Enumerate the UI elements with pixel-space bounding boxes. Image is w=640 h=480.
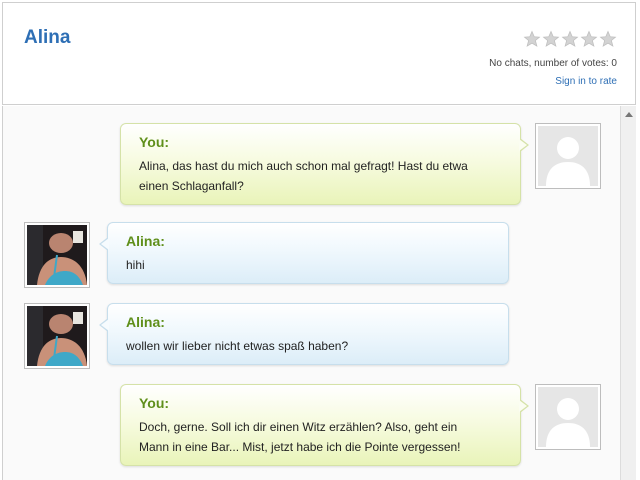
star-icon[interactable] [561,30,579,48]
message-sender: Alina: [126,233,165,249]
message-sender: Alina: [126,314,165,330]
scroll-up-arrow-icon[interactable] [621,106,636,122]
message-line: Doch, gerne. Soll ich dir einen Witz erz… [139,420,458,434]
avatar-you [535,384,601,450]
avatar-you [535,123,601,189]
chat-scrollbar[interactable] [620,106,636,480]
default-user-icon [538,126,598,186]
message-line: Mann in eine Bar... Mist, jetzt habe ich… [139,440,461,454]
rating-stars[interactable] [523,30,617,48]
message-line: hihi [126,258,145,272]
sign-in-to-rate-link[interactable]: Sign in to rate [555,76,617,87]
bubble-tail [519,138,529,152]
star-icon[interactable] [580,30,598,48]
profile-photo-icon [27,306,87,367]
message-text: Doch, gerne. Soll ich dir einen Witz erz… [139,417,502,457]
message-sender: You: [139,134,170,150]
bubble-tail [99,318,109,332]
profile-name: Alina [24,27,71,48]
chat-log: You: Alina, das hast du mich auch schon … [2,106,636,480]
message-line: Alina, das hast du mich auch schon mal g… [139,159,468,173]
message-sender: You: [139,395,170,411]
profile-header: Alina No chats, number of votes: 0 Sign … [2,2,636,105]
message-line: einen Schlaganfall? [139,179,244,193]
star-icon[interactable] [523,30,541,48]
message-text: wollen wir lieber nicht etwas spaß haben… [126,336,490,356]
bubble-tail [519,399,529,413]
message-line: wollen wir lieber nicht etwas spaß haben… [126,339,349,353]
message-bubble-you: You: Alina, das hast du mich auch schon … [120,123,529,205]
avatar-alina [24,222,90,288]
message-bubble-alina: Alina: wollen wir lieber nicht etwas spa… [99,303,509,365]
message-text: Alina, das hast du mich auch schon mal g… [139,156,502,196]
vote-count-text: No chats, number of votes: 0 [489,58,617,69]
avatar-alina [24,303,90,369]
default-user-icon [538,387,598,447]
message-text: hihi [126,255,490,275]
star-icon[interactable] [542,30,560,48]
star-icon[interactable] [599,30,617,48]
profile-photo-icon [27,225,87,286]
message-bubble-alina: Alina: hihi [99,222,509,284]
message-bubble-you: You: Doch, gerne. Soll ich dir einen Wit… [120,384,529,466]
bubble-tail [99,237,109,251]
